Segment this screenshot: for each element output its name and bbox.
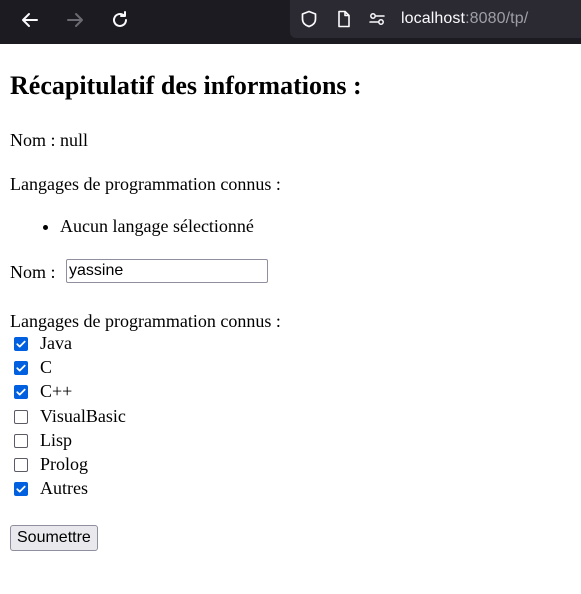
option-label: Java [40,333,72,353]
option-label: C [40,357,53,377]
checkbox-visualbasic[interactable] [14,409,28,424]
option-lisp[interactable]: Lisp [14,430,72,451]
list-item: Aucun langage sélectionné [60,216,254,237]
url-text[interactable]: localhost:8080/tp/ [401,10,528,28]
languages-label: Langages de programmation connus : [10,311,281,331]
option-prolog[interactable]: Prolog [14,454,88,475]
checkbox-c[interactable] [14,360,28,375]
url-path: :8080/tp/ [465,10,529,27]
submit-button[interactable]: Soumettre [10,525,98,551]
option-cpp[interactable]: C++ [14,381,72,402]
reload-icon[interactable] [107,7,133,33]
option-label: VisualBasic [40,406,126,426]
option-label: Lisp [40,430,73,450]
name-input[interactable] [66,259,268,283]
page-title: Récapitulatif des informations : [10,71,362,100]
name-label: Nom : [10,262,56,282]
option-label: Prolog [40,454,89,474]
checkbox-lisp[interactable] [14,433,28,448]
recap-languages-heading: Langages de programmation connus : [10,174,281,194]
option-c[interactable]: C [14,357,52,378]
page-icon[interactable] [335,10,353,28]
option-label: C++ [40,381,73,401]
option-autres[interactable]: Autres [14,478,88,499]
checkbox-cpp[interactable] [14,384,28,399]
url-host: localhost [401,10,466,27]
shield-icon[interactable] [300,10,318,28]
recap-languages-list: Aucun langage sélectionné [10,216,254,237]
checkbox-java[interactable] [14,336,28,351]
checkbox-prolog[interactable] [14,457,28,472]
forward-arrow-icon[interactable] [62,7,88,33]
back-arrow-icon[interactable] [17,7,43,33]
browser-toolbar: localhost:8080/tp/ [0,0,581,44]
checkbox-autres[interactable] [14,481,28,496]
option-java[interactable]: Java [14,333,72,354]
option-label: Autres [40,478,88,498]
permissions-icon[interactable] [368,10,386,28]
recap-name: Nom : null [10,130,89,150]
address-bar[interactable]: localhost:8080/tp/ [290,0,581,38]
option-visualbasic[interactable]: VisualBasic [14,406,126,427]
